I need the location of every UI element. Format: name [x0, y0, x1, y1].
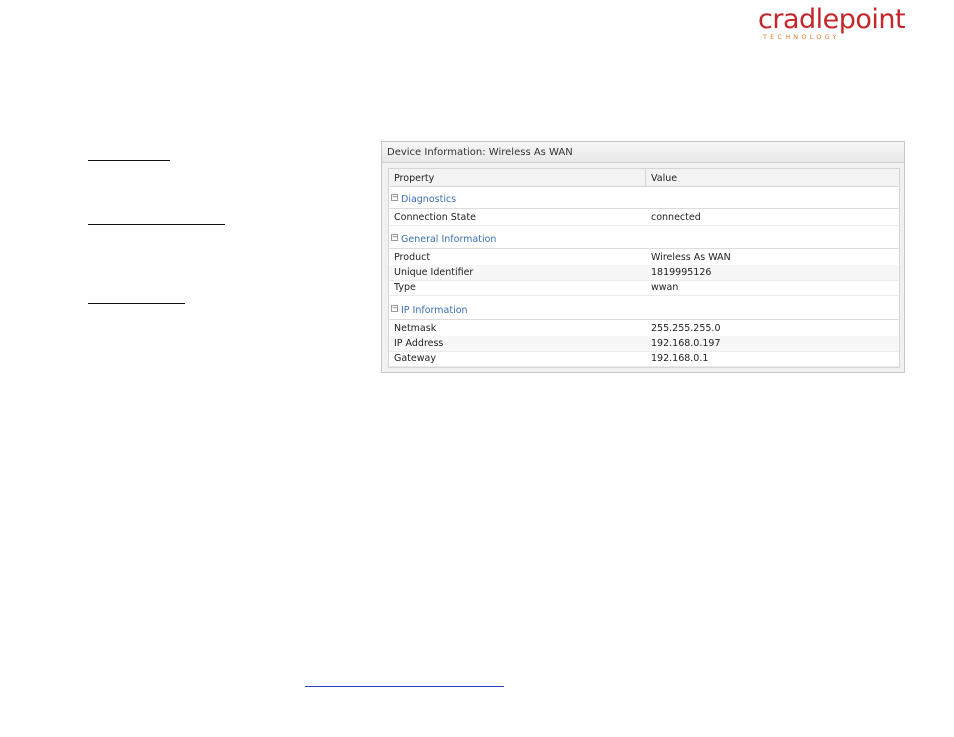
collapse-icon[interactable]: −: [391, 305, 398, 312]
panel-title: Device Information: Wireless As WAN: [387, 147, 573, 158]
value-cell: connected: [651, 212, 701, 223]
value-cell: 192.168.0.197: [651, 338, 721, 349]
group-diagnostics[interactable]: − Diagnostics: [389, 191, 899, 209]
device-info-panel: Device Information: Wireless As WAN Prop…: [381, 141, 905, 373]
property-grid: Property Value − Diagnostics Connection …: [388, 168, 900, 368]
collapse-icon[interactable]: −: [391, 194, 398, 201]
column-divider[interactable]: [645, 169, 646, 186]
group-general-information[interactable]: − General Information: [389, 231, 899, 249]
group-label[interactable]: Diagnostics: [401, 194, 456, 205]
property-cell: Unique Identifier: [394, 267, 474, 278]
left-rule-3: [88, 303, 185, 304]
collapse-icon[interactable]: −: [391, 234, 398, 241]
table-row: Type wwan: [389, 280, 899, 296]
property-cell: Gateway: [394, 353, 436, 364]
property-cell: Netmask: [394, 323, 437, 334]
table-row: Product Wireless As WAN: [389, 250, 899, 266]
column-header-value[interactable]: Value: [651, 173, 677, 184]
table-row: Gateway 192.168.0.1: [389, 351, 899, 367]
value-cell: 255.255.255.0: [651, 323, 721, 334]
property-cell: Type: [394, 282, 416, 293]
logo-tagline: TECHNOLOGY: [763, 33, 840, 41]
value-cell: wwan: [651, 282, 679, 293]
table-row: Unique Identifier 1819995126: [389, 265, 899, 281]
table-row: IP Address 192.168.0.197: [389, 336, 899, 352]
grid-header: Property Value: [389, 169, 899, 187]
hyperlink-underline[interactable]: [305, 686, 504, 687]
property-cell: Product: [394, 252, 431, 263]
group-label[interactable]: IP Information: [401, 305, 468, 316]
value-cell: 192.168.0.1: [651, 353, 709, 364]
value-cell: Wireless As WAN: [651, 252, 731, 263]
table-row: Connection State connected: [389, 210, 899, 226]
group-label[interactable]: General Information: [401, 234, 496, 245]
left-rule-2: [88, 224, 225, 225]
property-cell: IP Address: [394, 338, 444, 349]
value-cell: 1819995126: [651, 267, 712, 278]
table-row: Netmask 255.255.255.0: [389, 321, 899, 337]
left-rule-1: [88, 160, 170, 161]
property-cell: Connection State: [394, 212, 476, 223]
cradlepoint-logo: cradlepoint TECHNOLOGY: [758, 4, 908, 44]
group-ip-information[interactable]: − IP Information: [389, 302, 899, 320]
column-header-property[interactable]: Property: [394, 173, 434, 184]
logo-wordmark: cradlepoint: [758, 4, 906, 35]
